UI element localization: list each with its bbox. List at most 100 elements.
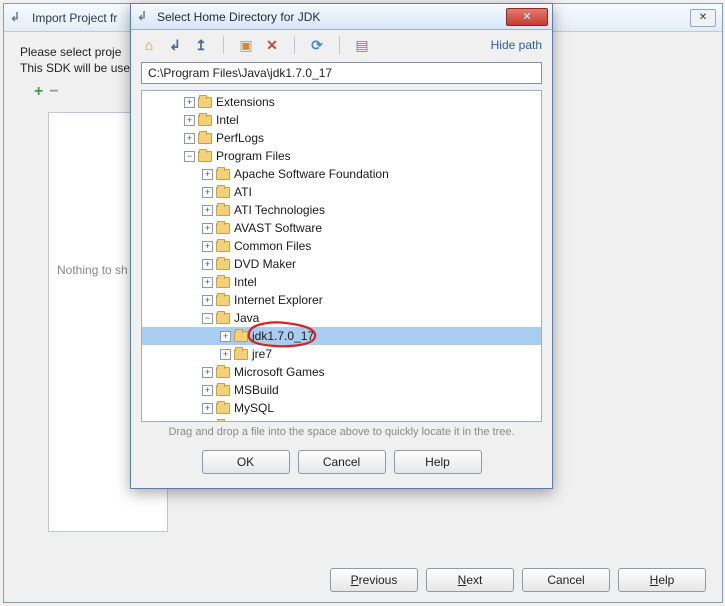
tree-node[interactable]: Intel xyxy=(142,111,541,129)
folder-icon xyxy=(216,187,230,198)
show-hidden-icon[interactable]: ▤ xyxy=(354,37,370,53)
tree-node-label: Extensions xyxy=(216,95,275,109)
project-icon[interactable]: ↲ xyxy=(167,37,183,53)
tree-node[interactable]: Intel xyxy=(142,273,541,291)
directory-tree: Extensions Intel PerfLogs Program Files Apac… xyxy=(142,91,541,421)
previous-button[interactable]: Previous xyxy=(330,568,418,592)
tree-node[interactable]: Microsoft Games xyxy=(142,363,541,381)
home-icon[interactable]: ⌂ xyxy=(141,37,157,53)
tree-node-label: Internet Explorer xyxy=(234,293,323,307)
tree-node[interactable]: Program Files xyxy=(142,147,541,165)
tree-node-label: MySQL xyxy=(234,401,274,415)
tree-node[interactable]: ATI xyxy=(142,183,541,201)
tree-node[interactable]: PerfLogs xyxy=(142,129,541,147)
tree-node[interactable]: DVD Maker xyxy=(142,255,541,273)
tree-toggle-icon[interactable] xyxy=(202,205,213,216)
tree-node[interactable]: MSBuild xyxy=(142,381,541,399)
tree-node[interactable]: jdk1.7.0_17 xyxy=(142,327,541,345)
tree-node-label: Program Files xyxy=(216,149,291,163)
tree-node-label: PerfLogs xyxy=(216,131,264,145)
tree-toggle-icon[interactable] xyxy=(184,133,195,144)
tree-node-label: Java xyxy=(234,311,259,325)
cancel-button-parent[interactable]: Cancel xyxy=(522,568,610,592)
hide-path-link[interactable]: Hide path xyxy=(491,38,542,52)
drag-drop-hint: Drag and drop a file into the space abov… xyxy=(141,426,542,438)
tree-node[interactable]: jre7 xyxy=(142,345,541,363)
toolbar-separator-2 xyxy=(294,36,295,54)
directory-tree-scroll[interactable]: Extensions Intel PerfLogs Program Files Apac… xyxy=(142,91,541,421)
folder-icon xyxy=(216,295,230,306)
parent-close-icon[interactable]: ✕ xyxy=(690,9,716,27)
cancel-button[interactable]: Cancel xyxy=(298,450,386,474)
tree-node[interactable]: ATI Technologies xyxy=(142,201,541,219)
tree-toggle-icon[interactable] xyxy=(202,187,213,198)
tree-node[interactable]: AVAST Software xyxy=(142,219,541,237)
tree-node-label: Apache Software Foundation xyxy=(234,167,389,181)
folder-icon xyxy=(198,97,212,108)
help-button[interactable]: Help xyxy=(394,450,482,474)
delete-icon[interactable]: ✕ xyxy=(264,37,280,53)
tree-node-label: Common Files xyxy=(234,239,311,253)
help-button-parent[interactable]: Help xyxy=(618,568,706,592)
tree-toggle-icon[interactable] xyxy=(202,241,213,252)
level-up-icon[interactable]: ↥ xyxy=(193,37,209,53)
tree-toggle-icon[interactable] xyxy=(184,97,195,108)
tree-toggle-icon[interactable] xyxy=(202,277,213,288)
tree-toggle-icon[interactable] xyxy=(202,403,213,414)
close-icon[interactable]: ✕ xyxy=(506,8,548,26)
select-jdk-dialog: ↲ Select Home Directory for JDK ✕ ⌂ ↲ ↥ … xyxy=(130,3,553,489)
parent-title: Import Project fr xyxy=(32,11,117,25)
tree-toggle-icon[interactable] xyxy=(202,223,213,234)
app-logo-icon: ↲ xyxy=(10,10,26,26)
tree-node-label: DVD Maker xyxy=(234,257,296,271)
tree-toggle-icon[interactable] xyxy=(202,367,213,378)
tree-node-label: Intel xyxy=(216,113,239,127)
folder-icon xyxy=(216,241,230,252)
tree-node[interactable]: Common Files xyxy=(142,237,541,255)
tree-node-label: jre7 xyxy=(252,347,272,361)
tree-toggle-icon[interactable] xyxy=(202,421,213,422)
ok-button[interactable]: OK xyxy=(202,450,290,474)
refresh-icon[interactable]: ⟳ xyxy=(309,37,325,53)
tree-toggle-icon[interactable] xyxy=(202,313,213,324)
folder-icon xyxy=(234,331,248,342)
folder-icon xyxy=(216,259,230,270)
tree-node[interactable]: Internet Explorer xyxy=(142,291,541,309)
next-button[interactable]: Next xyxy=(426,568,514,592)
tree-toggle-icon[interactable] xyxy=(184,151,195,162)
tree-node-label: jdk1.7.0_17 xyxy=(252,329,314,343)
tree-toggle-icon[interactable] xyxy=(202,385,213,396)
folder-icon xyxy=(216,313,230,324)
tree-node[interactable]: Extensions xyxy=(142,93,541,111)
tree-toggle-icon[interactable] xyxy=(184,115,195,126)
folder-icon xyxy=(234,349,248,360)
toolbar-separator xyxy=(223,36,224,54)
tree-node[interactable]: MySQL xyxy=(142,399,541,417)
remove-sdk-icon[interactable]: − xyxy=(49,83,58,101)
tree-node-label: MSBuild xyxy=(234,383,279,397)
tree-node[interactable]: Java xyxy=(142,309,541,327)
folder-icon xyxy=(216,421,230,422)
new-folder-icon[interactable]: ▣ xyxy=(238,37,254,53)
tree-toggle-icon[interactable] xyxy=(220,331,231,342)
tree-node-label: Microsoft Games xyxy=(234,365,325,379)
tree-toggle-icon[interactable] xyxy=(202,259,213,270)
folder-icon xyxy=(216,277,230,288)
modal-button-row: OK Cancel Help xyxy=(131,450,552,474)
add-sdk-icon[interactable]: + xyxy=(34,83,43,101)
tree-node[interactable]: Reference Assemblies xyxy=(142,417,541,421)
modal-title: Select Home Directory for JDK xyxy=(157,10,320,24)
tree-toggle-icon[interactable] xyxy=(202,295,213,306)
path-input[interactable] xyxy=(141,62,542,84)
folder-icon xyxy=(198,133,212,144)
tree-node[interactable]: Apache Software Foundation xyxy=(142,165,541,183)
modal-logo-icon: ↲ xyxy=(137,9,153,25)
tree-toggle-icon[interactable] xyxy=(202,169,213,180)
folder-icon xyxy=(216,223,230,234)
tree-node-label: Reference Assemblies xyxy=(234,419,353,421)
file-chooser-toolbar: ⌂ ↲ ↥ ▣ ✕ ⟳ ▤ Hide path xyxy=(131,30,552,60)
folder-icon xyxy=(216,367,230,378)
tree-toggle-icon[interactable] xyxy=(220,349,231,360)
folder-icon xyxy=(216,205,230,216)
parent-button-row: Previous Next Cancel Help xyxy=(330,568,706,592)
